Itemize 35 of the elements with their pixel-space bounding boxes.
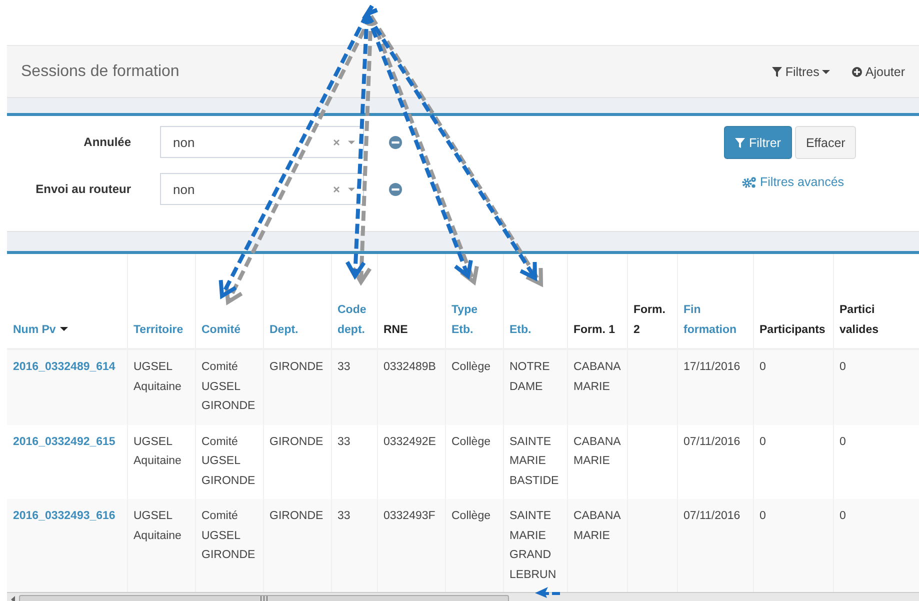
table-cell: UGSEL Aquitaine (127, 349, 195, 424)
table-cell: 0332489B (377, 349, 445, 424)
filter-button[interactable]: Filtrer (724, 126, 792, 159)
filter-icon (735, 138, 745, 148)
filter-label: Annulée (82, 135, 132, 149)
gears-icon (742, 176, 757, 188)
table-cell: Collège (445, 349, 503, 424)
filter-label: Envoi au routeur (34, 182, 132, 196)
scroll-left-icon[interactable] (9, 594, 17, 601)
advanced-filters-link[interactable]: Filtres avancés (742, 175, 844, 189)
table-cell: NOTRE DAME (503, 349, 567, 424)
table-cell: Comité UGSEL GIRONDE (195, 349, 263, 424)
select-field[interactable]: non (160, 126, 364, 158)
record-link[interactable]: 2016_0332493_616 (7, 499, 127, 592)
table-cell: 33 (331, 349, 377, 424)
remove-filter-icon[interactable] (389, 136, 402, 148)
table-cell: 0 (833, 349, 919, 424)
filters-dropdown[interactable]: Filtres (772, 64, 830, 78)
plus-circle-icon (852, 66, 862, 76)
remove-filter-icon[interactable] (389, 182, 402, 196)
clear-icon[interactable] (333, 138, 340, 146)
clear-button[interactable]: Effacer (794, 126, 856, 159)
select-field[interactable]: non (160, 173, 364, 205)
table-cell: CABANA MARIE (567, 349, 627, 424)
page-title: Sessions de formation (21, 62, 180, 80)
record-link[interactable]: 2016_0332492_615 (7, 424, 127, 499)
clear-icon[interactable] (333, 186, 340, 192)
filter-icon (772, 66, 782, 76)
record-link[interactable]: 2016_0332489_614 (7, 349, 127, 424)
scrollbar-thumb[interactable] (19, 594, 509, 601)
annotation-arrow (535, 587, 560, 598)
table-cell: 0 (753, 349, 833, 424)
add-button[interactable]: Ajouter (852, 64, 905, 78)
table-cell: 17/11/2016 (677, 349, 753, 424)
table-cell: GIRONDE (263, 349, 331, 424)
